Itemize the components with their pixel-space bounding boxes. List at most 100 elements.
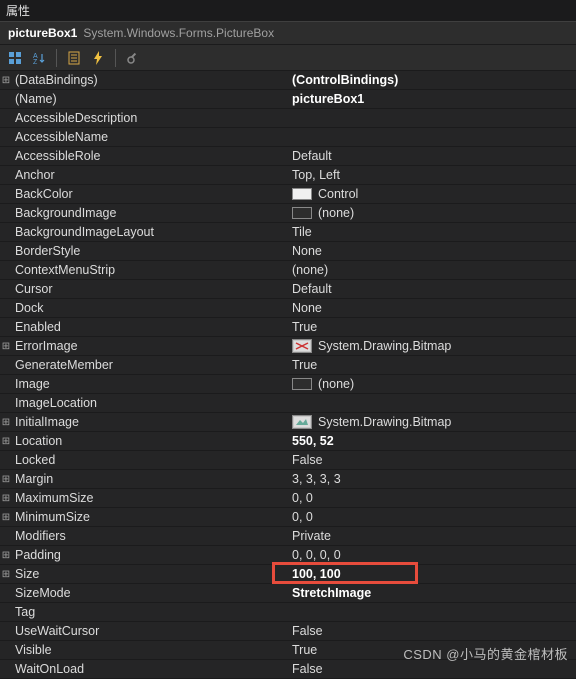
property-value[interactable]: 550, 52 bbox=[288, 434, 576, 448]
property-value[interactable]: False bbox=[288, 624, 576, 638]
property-name: Location bbox=[12, 434, 288, 448]
property-value[interactable]: System.Drawing.Bitmap bbox=[288, 415, 576, 429]
property-row[interactable]: AccessibleRoleDefault bbox=[0, 147, 576, 166]
property-value-text: False bbox=[292, 662, 323, 676]
property-value[interactable]: True bbox=[288, 358, 576, 372]
property-value[interactable]: 0, 0, 0, 0 bbox=[288, 548, 576, 562]
property-value-text: 0, 0 bbox=[292, 491, 313, 505]
property-pages-button[interactable] bbox=[123, 48, 143, 68]
property-row[interactable]: BackColorControl bbox=[0, 185, 576, 204]
property-row[interactable]: ⊞(DataBindings)(ControlBindings) bbox=[0, 71, 576, 90]
property-value-text: 100, 100 bbox=[292, 567, 341, 581]
property-name: InitialImage bbox=[12, 415, 288, 429]
properties-button[interactable] bbox=[64, 48, 84, 68]
property-value[interactable]: 100, 100 bbox=[288, 567, 576, 581]
property-row[interactable]: AccessibleDescription bbox=[0, 109, 576, 128]
property-name: Locked bbox=[12, 453, 288, 467]
property-row[interactable]: BorderStyleNone bbox=[0, 242, 576, 261]
property-name: (Name) bbox=[12, 92, 288, 106]
expand-icon[interactable]: ⊞ bbox=[0, 489, 12, 508]
property-row[interactable]: ContextMenuStrip(none) bbox=[0, 261, 576, 280]
property-value-text: Default bbox=[292, 282, 332, 296]
property-row[interactable]: UseWaitCursor False bbox=[0, 622, 576, 641]
expand-icon[interactable]: ⊞ bbox=[0, 470, 12, 489]
property-value-text: (none) bbox=[292, 263, 328, 277]
property-row[interactable]: SizeModeStretchImage bbox=[0, 584, 576, 603]
property-name: SizeMode bbox=[12, 586, 288, 600]
property-row[interactable]: GenerateMemberTrue bbox=[0, 356, 576, 375]
property-row[interactable]: ⊞InitialImageSystem.Drawing.Bitmap bbox=[0, 413, 576, 432]
property-name: WaitOnLoad bbox=[12, 662, 288, 676]
property-value[interactable]: None bbox=[288, 301, 576, 315]
property-value[interactable]: Control bbox=[288, 187, 576, 201]
property-value-text: 550, 52 bbox=[292, 434, 334, 448]
property-value[interactable]: True bbox=[288, 320, 576, 334]
property-row[interactable]: (Name)pictureBox1 bbox=[0, 90, 576, 109]
categorize-button[interactable] bbox=[5, 48, 25, 68]
property-name: BackgroundImage bbox=[12, 206, 288, 220]
property-value[interactable]: Default bbox=[288, 282, 576, 296]
property-row[interactable]: ⊞MaximumSize0, 0 bbox=[0, 489, 576, 508]
property-row[interactable]: EnabledTrue bbox=[0, 318, 576, 337]
property-row[interactable]: DockNone bbox=[0, 299, 576, 318]
property-row[interactable]: ⊞Location 550, 52 bbox=[0, 432, 576, 451]
property-value[interactable]: Tile bbox=[288, 225, 576, 239]
object-header[interactable]: pictureBox1 System.Windows.Forms.Picture… bbox=[0, 21, 576, 45]
property-name: Dock bbox=[12, 301, 288, 315]
property-row[interactable]: ImageLocation bbox=[0, 394, 576, 413]
events-button[interactable] bbox=[88, 48, 108, 68]
property-value[interactable]: (none) bbox=[288, 263, 576, 277]
expand-icon[interactable]: ⊞ bbox=[0, 71, 12, 90]
property-row[interactable]: ⊞Padding0, 0, 0, 0 bbox=[0, 546, 576, 565]
property-row[interactable]: ⊞Size100, 100 bbox=[0, 565, 576, 584]
property-grid: ⊞(DataBindings)(ControlBindings)(Name)pi… bbox=[0, 71, 576, 679]
property-value-text: True bbox=[292, 643, 317, 657]
color-swatch bbox=[292, 207, 312, 219]
property-row[interactable]: BackgroundImageLayoutTile bbox=[0, 223, 576, 242]
property-value[interactable]: Top, Left bbox=[288, 168, 576, 182]
property-row[interactable]: AccessibleName bbox=[0, 128, 576, 147]
expand-icon[interactable]: ⊞ bbox=[0, 565, 12, 584]
property-name: Tag bbox=[12, 605, 288, 619]
property-value[interactable]: (none) bbox=[288, 377, 576, 391]
toolbar-separator bbox=[56, 49, 57, 67]
property-value[interactable]: False bbox=[288, 453, 576, 467]
property-row[interactable]: CursorDefault bbox=[0, 280, 576, 299]
property-row[interactable]: Image(none) bbox=[0, 375, 576, 394]
property-name: Modifiers bbox=[12, 529, 288, 543]
property-value[interactable]: Default bbox=[288, 149, 576, 163]
toolbar: AZ bbox=[0, 45, 576, 71]
property-name: UseWaitCursor bbox=[12, 624, 288, 638]
expand-icon[interactable]: ⊞ bbox=[0, 508, 12, 527]
property-value[interactable]: 3, 3, 3, 3 bbox=[288, 472, 576, 486]
property-row[interactable]: BackgroundImage(none) bbox=[0, 204, 576, 223]
property-value-text: False bbox=[292, 453, 323, 467]
property-value[interactable]: 0, 0 bbox=[288, 491, 576, 505]
image-thumb-icon bbox=[292, 339, 312, 353]
property-row[interactable]: ⊞ErrorImageSystem.Drawing.Bitmap bbox=[0, 337, 576, 356]
property-value[interactable]: pictureBox1 bbox=[288, 92, 576, 106]
property-value[interactable]: Private bbox=[288, 529, 576, 543]
property-value[interactable]: (ControlBindings) bbox=[288, 73, 576, 87]
expand-icon[interactable]: ⊞ bbox=[0, 413, 12, 432]
property-value[interactable]: None bbox=[288, 244, 576, 258]
expand-icon[interactable]: ⊞ bbox=[0, 337, 12, 356]
property-row[interactable]: ModifiersPrivate bbox=[0, 527, 576, 546]
property-value[interactable]: False bbox=[288, 662, 576, 676]
property-value[interactable]: System.Drawing.Bitmap bbox=[288, 339, 576, 353]
property-row[interactable]: Tag bbox=[0, 603, 576, 622]
property-value[interactable]: 0, 0 bbox=[288, 510, 576, 524]
property-row[interactable]: Locked False bbox=[0, 451, 576, 470]
property-row[interactable]: ⊞MinimumSize0, 0 bbox=[0, 508, 576, 527]
color-swatch bbox=[292, 378, 312, 390]
property-value[interactable]: (none) bbox=[288, 206, 576, 220]
property-value-text: False bbox=[292, 624, 323, 638]
expand-icon[interactable]: ⊞ bbox=[0, 546, 12, 565]
property-row[interactable]: AnchorTop, Left bbox=[0, 166, 576, 185]
property-value[interactable]: StretchImage bbox=[288, 586, 576, 600]
alphabetical-button[interactable]: AZ bbox=[29, 48, 49, 68]
expand-icon[interactable]: ⊞ bbox=[0, 432, 12, 451]
property-name: BackgroundImageLayout bbox=[12, 225, 288, 239]
property-row[interactable]: ⊞Margin3, 3, 3, 3 bbox=[0, 470, 576, 489]
property-name: (DataBindings) bbox=[12, 73, 288, 87]
